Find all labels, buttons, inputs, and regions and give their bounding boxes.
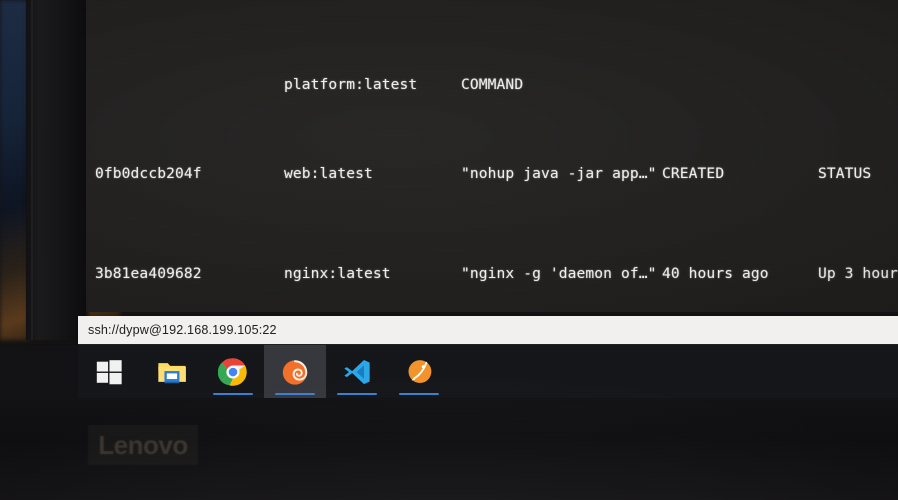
docker-ps-row-clipped: platform:latest COMMAND: [86, 75, 898, 95]
screenshot-root: platform:latest COMMAND 0fb0dccb204f web…: [0, 0, 898, 500]
docker-command: "nginx -g 'daemon of…": [461, 265, 657, 283]
docker-status-header: STATUS: [818, 164, 872, 182]
windows-icon: [96, 359, 122, 384]
docker-command: "nohup java -jar app…": [461, 164, 657, 182]
terminal-text: platform:latest COMMAND 0fb0dccb204f web…: [86, 0, 898, 312]
docker-image: nginx:latest: [284, 265, 391, 283]
ssh-connection-label: ssh://dypw@192.168.199.105:22: [88, 323, 277, 337]
xshell-button[interactable]: [264, 344, 326, 399]
vscode-button[interactable]: [326, 345, 388, 399]
connection-status-bar[interactable]: ssh://dypw@192.168.199.105:22: [78, 316, 898, 344]
docker-ps-row: 3b81ea409682 nginx:latest "nginx -g 'dae…: [86, 264, 898, 284]
laptop-bezel-seam: [31, 0, 33, 340]
navicat-icon: [408, 359, 432, 383]
docker-container-id: 0fb0dccb204f: [95, 164, 202, 182]
navicat-button[interactable]: [388, 345, 450, 399]
docker-status: Up 3 hours: [818, 265, 898, 283]
laptop-left-bezel: [26, 0, 86, 340]
docker-created-header: CREATED: [662, 164, 725, 182]
file-explorer-button[interactable]: [140, 345, 202, 399]
docker-image: web:latest: [284, 164, 373, 182]
start-button[interactable]: [78, 345, 140, 399]
docker-command-header: COMMAND: [461, 75, 524, 93]
docker-container-id: 3b81ea409682: [95, 265, 202, 283]
docker-created: 40 hours ago: [662, 265, 769, 283]
chrome-icon: [218, 357, 247, 386]
chrome-button[interactable]: [202, 345, 264, 399]
xshell-icon: [282, 359, 308, 385]
folder-icon: [158, 362, 186, 383]
lenovo-logo: Lenovo: [88, 425, 198, 465]
vscode-icon: [344, 359, 370, 384]
docker-ps-row: 0fb0dccb204f web:latest "nohup java -jar…: [86, 164, 898, 184]
terminal-screen[interactable]: platform:latest COMMAND 0fb0dccb204f web…: [86, 0, 898, 312]
docker-image: platform:latest: [284, 75, 418, 93]
windows-taskbar[interactable]: [78, 344, 898, 399]
